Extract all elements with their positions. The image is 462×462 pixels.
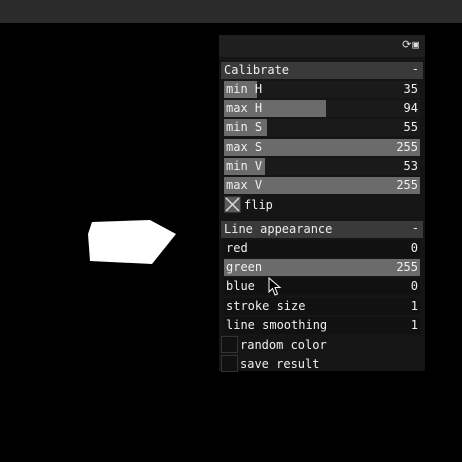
slider-green[interactable]: green 255 [224,259,420,277]
slider-stroke-size[interactable]: stroke size 1 [224,297,420,315]
save-result-checkbox[interactable] [221,355,238,372]
slider-value: 94 [403,101,418,116]
reset-icon[interactable]: ⟳ [402,38,412,51]
slider-value: 1 [410,298,418,313]
slider-label: max V [226,178,263,192]
slider-max-V[interactable]: max V 255 [224,177,420,194]
slider-value: 255 [396,139,418,154]
slider-value: 0 [410,279,418,294]
slider-value: 0 [410,241,418,255]
slider-label: min H [226,82,263,96]
detected-shape [88,220,176,264]
section-title: Calibrate [224,63,290,77]
panel-header: ⟳▣ [219,35,425,57]
collapse-button[interactable]: - [412,62,419,76]
slider-max-H[interactable]: max H 94 [224,100,420,118]
slider-value: 1 [410,317,418,332]
panel-header-icons[interactable]: ⟳▣ [402,38,420,51]
save-result-label: save result [240,357,320,371]
slider-value: 255 [396,260,418,275]
slider-label: min S [226,120,263,135]
slider-label: min V [226,158,263,173]
check-icon [225,197,240,212]
collapse-button[interactable]: - [412,221,419,235]
slider-red[interactable]: red 0 [224,240,420,257]
slider-value: 55 [403,120,418,135]
window-titlebar [0,0,462,23]
slider-min-V[interactable]: min V 53 [224,157,420,175]
random-color-checkbox[interactable] [221,336,238,353]
slider-value: 255 [396,178,418,192]
section-calibrate[interactable]: Calibrate - [221,62,423,79]
slider-line-smoothing[interactable]: line smoothing 1 [224,316,420,334]
slider-label: blue [226,279,255,294]
mouse-cursor-icon [268,277,282,296]
slider-min-H[interactable]: min H 35 [224,81,420,98]
slider-value: 35 [403,82,418,96]
control-panel: ⟳▣ Calibrate - min H 35 max H 94 min S 55 max … [219,35,425,372]
slider-max-S[interactable]: max S 255 [224,138,420,156]
flip-label: flip [244,198,273,212]
slider-label: max H [226,101,263,116]
save-icon[interactable]: ▣ [412,38,420,51]
slider-value: 53 [403,158,418,173]
slider-label: stroke size [226,298,306,313]
slider-min-S[interactable]: min S 55 [224,119,420,137]
random-color-label: random color [240,338,327,352]
slider-label: max S [226,139,263,154]
section-line-appearance[interactable]: Line appearance - [221,221,423,238]
flip-checkbox[interactable] [224,196,241,213]
slider-label: green [226,260,263,275]
slider-label: red [226,241,248,255]
section-title: Line appearance [224,222,333,236]
slider-label: line smoothing [226,317,328,332]
slider-blue[interactable]: blue 0 [224,278,420,296]
